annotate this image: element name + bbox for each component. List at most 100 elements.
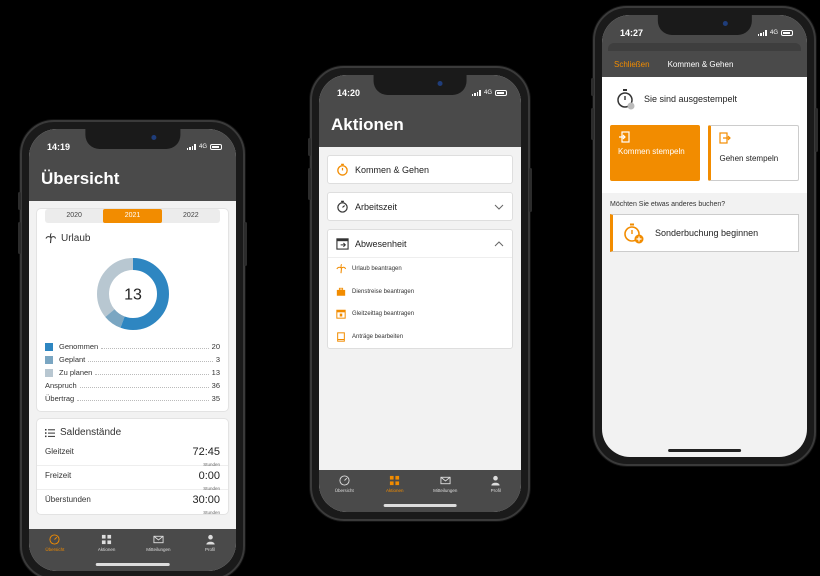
year-2020[interactable]: 2020 <box>45 209 103 223</box>
balance-value-group: 0:00 Stunden <box>199 471 220 494</box>
phone-side-button <box>815 108 818 152</box>
donut-chart: 13 <box>96 258 169 330</box>
punch-buttons: Kommen stempeln Gehen stempeln <box>602 121 807 193</box>
vacation-label: Urlaub <box>61 233 91 244</box>
vacation-card: 2020 2021 2022 Urlaub 13 Genommen 20 Gepla… <box>37 209 228 411</box>
section-label: Kommen & Gehen <box>355 164 430 175</box>
phone-side-button <box>18 222 21 254</box>
section-arbeitszeit[interactable]: Arbeitszeit <box>327 192 513 221</box>
battery-icon <box>210 144 222 150</box>
year-2021[interactable]: 2021 <box>103 209 162 223</box>
tab-label: Profil <box>204 547 216 552</box>
year-selector[interactable]: 2020 2021 2022 <box>45 209 220 223</box>
punch-in-button[interactable]: Kommen stempeln <box>610 125 701 181</box>
tab-overview[interactable]: Übersicht <box>29 534 81 571</box>
grid-icon <box>390 475 400 486</box>
entitlement-label: Übertrag <box>45 394 75 403</box>
screen: 14:27 4G Schließen Kommen & Gehen Sie si… <box>602 15 807 457</box>
person-icon <box>206 534 215 545</box>
modal-title: Kommen & Gehen <box>667 59 734 69</box>
balance-card: Saldenstände Gleitzeit 72:45 Stunden Freize… <box>37 419 228 516</box>
balance-header: Saldenstände <box>37 419 228 442</box>
briefcase-icon <box>336 287 346 296</box>
punch-status-text: Sie sind ausgestempelt <box>644 94 738 104</box>
sheet-grabber <box>608 43 801 51</box>
home-indicator <box>667 449 742 452</box>
network-label: 4G <box>483 90 492 96</box>
balance-label: Freizeit <box>45 471 72 480</box>
legend-value: 20 <box>211 342 220 351</box>
donut-center-value: 13 <box>124 287 142 304</box>
tab-overview[interactable]: Übersicht <box>319 475 370 512</box>
legend-value: 3 <box>215 355 220 364</box>
absence-item-urlaub[interactable]: Urlaub beantragen <box>328 258 512 281</box>
status-icons: 4G <box>757 30 793 36</box>
legend-label: Genommen <box>59 342 99 351</box>
tab-label: Profil <box>490 488 501 493</box>
status-time: 14:27 <box>620 28 644 38</box>
item-label: Anträge bearbeiten <box>352 333 404 340</box>
status-time: 14:19 <box>47 142 71 152</box>
battery-icon <box>781 30 793 36</box>
balance-row: Freizeit 0:00 Stunden <box>37 466 228 491</box>
legend-value: 13 <box>211 368 220 377</box>
item-label: Dienstreise beantragen <box>352 288 415 295</box>
balance-unit: Stunden <box>203 510 220 515</box>
legend-swatch <box>45 342 53 351</box>
balance-row: Überstunden 30:00 Stunden <box>37 490 228 516</box>
tab-profile[interactable]: Profil <box>184 534 236 571</box>
balance-title: Saldenstände <box>60 427 122 438</box>
signal-icon <box>471 90 481 96</box>
chevron-up-icon[interactable] <box>494 239 504 249</box>
gauge-icon <box>339 475 350 486</box>
battery-icon <box>495 90 507 96</box>
absence-item-dienstreise[interactable]: Dienstreise beantragen <box>328 281 512 304</box>
phone-side-button <box>529 168 532 212</box>
mail-icon <box>153 535 164 544</box>
legend-label: Geplant <box>59 355 86 364</box>
status-icons: 4G <box>186 144 222 150</box>
year-2022[interactable]: 2022 <box>162 209 220 223</box>
entitlement-label: Anspruch <box>45 381 77 390</box>
palm-tree-icon <box>45 233 56 244</box>
section-label: Abwesenheit <box>355 238 407 249</box>
tab-label: Übersicht <box>45 547 65 552</box>
home-indicator <box>95 563 170 566</box>
section-header[interactable]: Abwesenheit <box>328 230 512 257</box>
chevron-down-icon[interactable] <box>494 202 504 212</box>
section-abwesenheit[interactable]: Abwesenheit Urlaub beantragen Dienstreis… <box>327 229 513 349</box>
modal-navbar: Schließen Kommen & Gehen <box>602 51 807 77</box>
section-label: Arbeitszeit <box>355 201 398 212</box>
absence-item-gleitzeittag[interactable]: Gleitzeittag beantragen <box>328 303 512 326</box>
phone-side-button <box>244 222 247 266</box>
status-icons: 4G <box>471 90 507 96</box>
section-kommen-gehen[interactable]: Kommen & Gehen <box>327 155 513 184</box>
camera <box>151 135 157 140</box>
tab-profile[interactable]: Profil <box>471 475 522 512</box>
leader-dots <box>88 357 213 362</box>
special-booking-button[interactable]: Sonderbuchung beginnen <box>610 214 799 252</box>
tab-label: Mitteilungen <box>433 488 458 493</box>
stopwatch-icon <box>617 89 635 110</box>
section-header[interactable]: Arbeitszeit <box>328 193 512 220</box>
balance-value-group: 30:00 Stunden <box>192 495 220 518</box>
legend-swatch <box>45 355 53 364</box>
close-button[interactable]: Schließen <box>614 60 650 69</box>
section-header[interactable]: Kommen & Gehen <box>328 156 512 183</box>
absence-item-antraege[interactable]: Anträge bearbeiten <box>328 326 512 349</box>
punch-out-button[interactable]: Gehen stempeln <box>708 125 799 181</box>
login-icon <box>619 131 630 143</box>
page-title: Aktionen <box>331 115 404 134</box>
vacation-header: Urlaub <box>37 231 228 246</box>
special-booking-label: Sonderbuchung beginnen <box>655 228 759 238</box>
balance-row: Gleitzeit 72:45 Stunden <box>37 442 228 467</box>
mail-icon <box>440 476 451 485</box>
stopwatch-icon <box>337 163 348 176</box>
balance-value: 30:00 <box>192 494 220 506</box>
timer-icon <box>337 200 348 213</box>
signal-icon <box>757 30 767 36</box>
notch <box>657 15 752 35</box>
phone-side-button <box>308 138 311 156</box>
list-icon <box>45 428 55 437</box>
logout-icon <box>719 132 732 144</box>
